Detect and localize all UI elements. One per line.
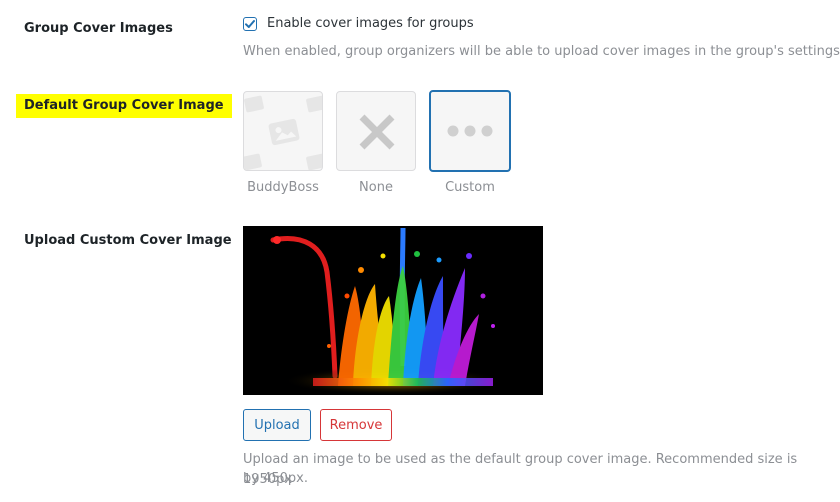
default-cover-image-label: Default Group Cover Image: [16, 94, 232, 118]
upload-description-line1: Upload an image to be used as the defaul…: [243, 452, 798, 487]
x-icon: [359, 114, 395, 150]
paint-splash-image: [243, 226, 543, 395]
upload-description-line2: by 450px.: [243, 471, 308, 486]
enable-cover-images-option[interactable]: Enable cover images for groups: [243, 16, 474, 31]
cover-option-none[interactable]: [336, 91, 416, 171]
cover-images-description: When enabled, group organizers will be a…: [243, 44, 840, 59]
cover-images-label: Group Cover Images: [24, 21, 173, 36]
none-caption: None: [359, 180, 393, 195]
checkmark-icon: [245, 19, 255, 28]
cover-option-buddyboss[interactable]: [243, 91, 323, 171]
enable-cover-images-label[interactable]: Enable cover images for groups: [267, 16, 474, 31]
cover-image-preview: [243, 226, 543, 395]
settings-page: Group Cover Images Enable cover images f…: [0, 0, 840, 502]
upload-custom-cover-label: Upload Custom Cover Image: [24, 233, 232, 248]
buddyboss-caption: BuddyBoss: [247, 180, 319, 195]
image-pattern-icon: [244, 95, 322, 170]
cover-option-custom[interactable]: [429, 90, 511, 172]
upload-button[interactable]: Upload: [243, 409, 311, 441]
remove-button[interactable]: Remove: [320, 409, 392, 441]
more-dots-icon: [447, 125, 493, 137]
custom-caption: Custom: [445, 180, 495, 195]
enable-cover-images-checkbox[interactable]: [243, 16, 257, 31]
